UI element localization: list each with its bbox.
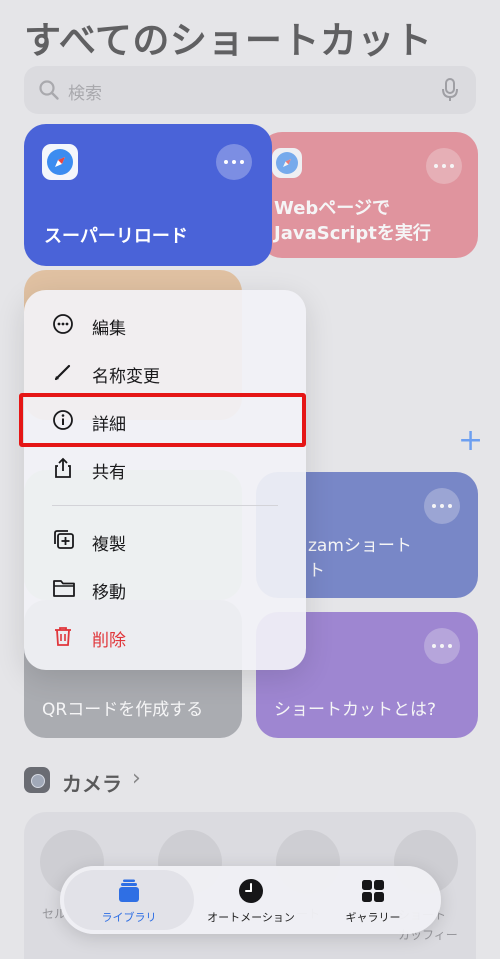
menu-item-label: 複製 xyxy=(92,535,126,555)
library-stack-icon xyxy=(119,879,139,902)
context-menu: 編集 名称変更 詳細 共有 複製 移動 削除 xyxy=(24,290,306,670)
menu-item-rename[interactable]: 名称変更 xyxy=(24,350,306,396)
clock-icon xyxy=(239,879,263,903)
menu-item-edit[interactable]: 編集 xyxy=(24,302,306,348)
gallery-grid-icon xyxy=(362,880,384,902)
shortcut-title: スーパーリロード xyxy=(44,226,188,247)
menu-item-label: 移動 xyxy=(92,583,126,603)
menu-divider xyxy=(52,505,278,506)
folder-icon xyxy=(53,580,75,597)
menu-item-share[interactable]: 共有 xyxy=(24,446,306,492)
tab-label: ライブラリ xyxy=(101,911,157,924)
tab-bar: ライブラリ オートメーション ギャラリー xyxy=(60,866,441,934)
menu-item-label: 名称変更 xyxy=(92,367,160,387)
details-highlight-box xyxy=(19,393,306,447)
menu-item-label: 編集 xyxy=(92,319,126,339)
trash-icon xyxy=(55,627,71,646)
tab-gallery[interactable]: ギャラリー xyxy=(310,866,436,934)
menu-item-duplicate[interactable]: 複製 xyxy=(24,518,306,564)
ellipsis-circle-icon xyxy=(53,314,73,334)
more-button[interactable] xyxy=(216,144,252,180)
tab-automation[interactable]: オートメーション xyxy=(188,866,314,934)
tab-library[interactable]: ライブラリ xyxy=(66,866,192,934)
share-icon xyxy=(55,457,71,478)
safari-icon xyxy=(42,144,78,180)
pencil-icon xyxy=(54,364,71,381)
shortcut-card-super-reload[interactable]: スーパーリロード xyxy=(24,124,272,266)
menu-item-move[interactable]: 移動 xyxy=(24,566,306,612)
duplicate-icon xyxy=(54,530,74,549)
tab-label: ギャラリー xyxy=(345,911,401,924)
tab-label: オートメーション xyxy=(207,911,295,924)
menu-item-label: 削除 xyxy=(92,631,126,651)
menu-item-label: 共有 xyxy=(92,463,126,483)
menu-item-delete[interactable]: 削除 xyxy=(24,614,306,660)
